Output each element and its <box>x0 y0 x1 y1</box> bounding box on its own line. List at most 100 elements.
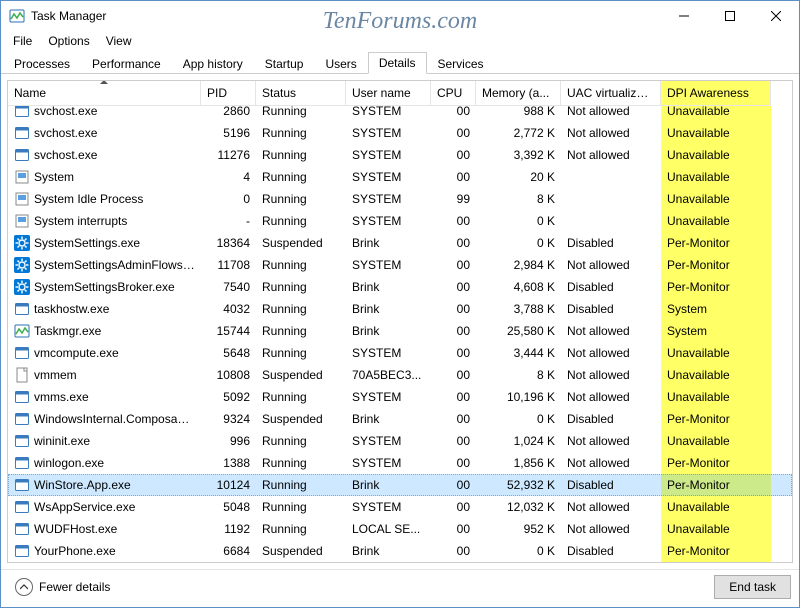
col-header-status[interactable]: Status <box>256 81 346 106</box>
table-row[interactable]: SystemSettingsBroker.exe7540RunningBrink… <box>8 276 792 298</box>
cell-name: WindowsInternal.Composable... <box>8 408 201 430</box>
table-row[interactable]: System4RunningSYSTEM0020 KUnavailable <box>8 166 792 188</box>
tab-processes[interactable]: Processes <box>3 53 81 74</box>
cell-pid: 6684 <box>201 540 256 562</box>
end-task-button[interactable]: End task <box>714 575 791 599</box>
cell-status: Running <box>256 474 346 496</box>
cell-name: Taskmgr.exe <box>8 320 201 342</box>
cell-cpu: 00 <box>431 386 476 408</box>
menu-file[interactable]: File <box>5 32 40 50</box>
table-row[interactable]: System interrupts-RunningSYSTEM000 KUnav… <box>8 210 792 232</box>
cell-uac: Not allowed <box>561 342 661 364</box>
col-header-name[interactable]: Name <box>8 81 201 106</box>
tab-users[interactable]: Users <box>314 53 367 74</box>
menu-view[interactable]: View <box>98 32 140 50</box>
table-body[interactable]: svchost.exe10524RunningSYSTEM001,892 KNo… <box>8 106 792 562</box>
table-row[interactable]: Taskmgr.exe15744RunningBrink0025,580 KNo… <box>8 320 792 342</box>
table-row[interactable]: WindowsInternal.Composable...9324Suspend… <box>8 408 792 430</box>
cell-pid: - <box>201 210 256 232</box>
col-header-memory[interactable]: Memory (a... <box>476 81 561 106</box>
cell-user: SYSTEM <box>346 496 431 518</box>
table-row[interactable]: vmcompute.exe5648RunningSYSTEM003,444 KN… <box>8 342 792 364</box>
tab-details[interactable]: Details <box>368 52 427 74</box>
cell-name: svchost.exe <box>8 122 201 144</box>
process-icon <box>14 147 30 163</box>
process-name: YourPhone.exe <box>34 544 116 558</box>
process-name: vmmem <box>34 368 77 382</box>
table-row[interactable]: svchost.exe5196RunningSYSTEM002,772 KNot… <box>8 122 792 144</box>
maximize-button[interactable] <box>707 1 753 31</box>
cell-cpu: 00 <box>431 408 476 430</box>
process-icon <box>14 323 30 339</box>
col-header-dpi[interactable]: DPI Awareness <box>661 81 771 106</box>
cell-pid: 2860 <box>201 106 256 122</box>
process-icon <box>14 411 30 427</box>
process-icon <box>14 433 30 449</box>
cell-status: Running <box>256 144 346 166</box>
table-row[interactable]: winlogon.exe1388RunningSYSTEM001,856 KNo… <box>8 452 792 474</box>
cell-uac: Not allowed <box>561 430 661 452</box>
cell-name: System interrupts <box>8 210 201 232</box>
tab-startup[interactable]: Startup <box>254 53 315 74</box>
process-name: WUDFHost.exe <box>34 522 117 536</box>
cell-memory: 3,444 K <box>476 342 561 364</box>
table-row[interactable]: WUDFHost.exe1192RunningLOCAL SE...00952 … <box>8 518 792 540</box>
cell-cpu: 00 <box>431 122 476 144</box>
cell-memory: 20 K <box>476 166 561 188</box>
table-row[interactable]: vmms.exe5092RunningSYSTEM0010,196 KNot a… <box>8 386 792 408</box>
table-row[interactable]: YourPhone.exe6684SuspendedBrink000 KDisa… <box>8 540 792 562</box>
process-name: Taskmgr.exe <box>34 324 101 338</box>
titlebar: Task Manager <box>1 1 799 31</box>
cell-dpi: Per-Monitor <box>661 254 771 276</box>
process-icon <box>14 191 30 207</box>
table-row[interactable]: SystemSettings.exe18364SuspendedBrink000… <box>8 232 792 254</box>
minimize-button[interactable] <box>661 1 707 31</box>
cell-cpu: 00 <box>431 540 476 562</box>
tab-performance[interactable]: Performance <box>81 53 172 74</box>
cell-status: Suspended <box>256 408 346 430</box>
cell-dpi: Per-Monitor <box>661 276 771 298</box>
table-row[interactable]: svchost.exe2860RunningSYSTEM00988 KNot a… <box>8 106 792 122</box>
table-row[interactable]: vmmem10808Suspended70A5BEC3...008 KNot a… <box>8 364 792 386</box>
cell-cpu: 00 <box>431 474 476 496</box>
menu-options[interactable]: Options <box>40 32 97 50</box>
cell-pid: 11708 <box>201 254 256 276</box>
cell-memory: 1,856 K <box>476 452 561 474</box>
cell-memory: 952 K <box>476 518 561 540</box>
table-row[interactable]: svchost.exe11276RunningSYSTEM003,392 KNo… <box>8 144 792 166</box>
cell-uac: Not allowed <box>561 254 661 276</box>
process-name: winlogon.exe <box>34 456 104 470</box>
table-row[interactable]: wininit.exe996RunningSYSTEM001,024 KNot … <box>8 430 792 452</box>
cell-user: Brink <box>346 408 431 430</box>
table-row[interactable]: System Idle Process0RunningSYSTEM998 KUn… <box>8 188 792 210</box>
cell-memory: 10,196 K <box>476 386 561 408</box>
process-name: SystemSettings.exe <box>34 236 140 250</box>
cell-dpi: Unavailable <box>661 496 771 518</box>
col-header-cpu[interactable]: CPU <box>431 81 476 106</box>
table-row[interactable]: taskhostw.exe4032RunningBrink003,788 KDi… <box>8 298 792 320</box>
tab-services[interactable]: Services <box>427 53 495 74</box>
cell-uac: Disabled <box>561 474 661 496</box>
table-row[interactable]: WinStore.App.exe10124RunningBrink0052,93… <box>8 474 792 496</box>
cell-dpi: Per-Monitor <box>661 452 771 474</box>
process-name: vmms.exe <box>34 390 89 404</box>
cell-memory: 4,608 K <box>476 276 561 298</box>
cell-uac: Not allowed <box>561 122 661 144</box>
cell-memory: 52,932 K <box>476 474 561 496</box>
table-row[interactable]: SystemSettingsAdminFlows.exe11708Running… <box>8 254 792 276</box>
tab-app-history[interactable]: App history <box>172 53 254 74</box>
col-header-uac[interactable]: UAC virtualizat... <box>561 81 661 106</box>
cell-status: Running <box>256 430 346 452</box>
cell-status: Running <box>256 188 346 210</box>
col-header-user[interactable]: User name <box>346 81 431 106</box>
fewer-details-button[interactable]: Fewer details <box>9 576 116 598</box>
process-icon <box>14 257 30 273</box>
cell-pid: 1388 <box>201 452 256 474</box>
cell-status: Suspended <box>256 540 346 562</box>
cell-cpu: 00 <box>431 166 476 188</box>
cell-memory: 8 K <box>476 188 561 210</box>
close-button[interactable] <box>753 1 799 31</box>
cell-uac: Disabled <box>561 408 661 430</box>
col-header-pid[interactable]: PID <box>201 81 256 106</box>
table-row[interactable]: WsAppService.exe5048RunningSYSTEM0012,03… <box>8 496 792 518</box>
